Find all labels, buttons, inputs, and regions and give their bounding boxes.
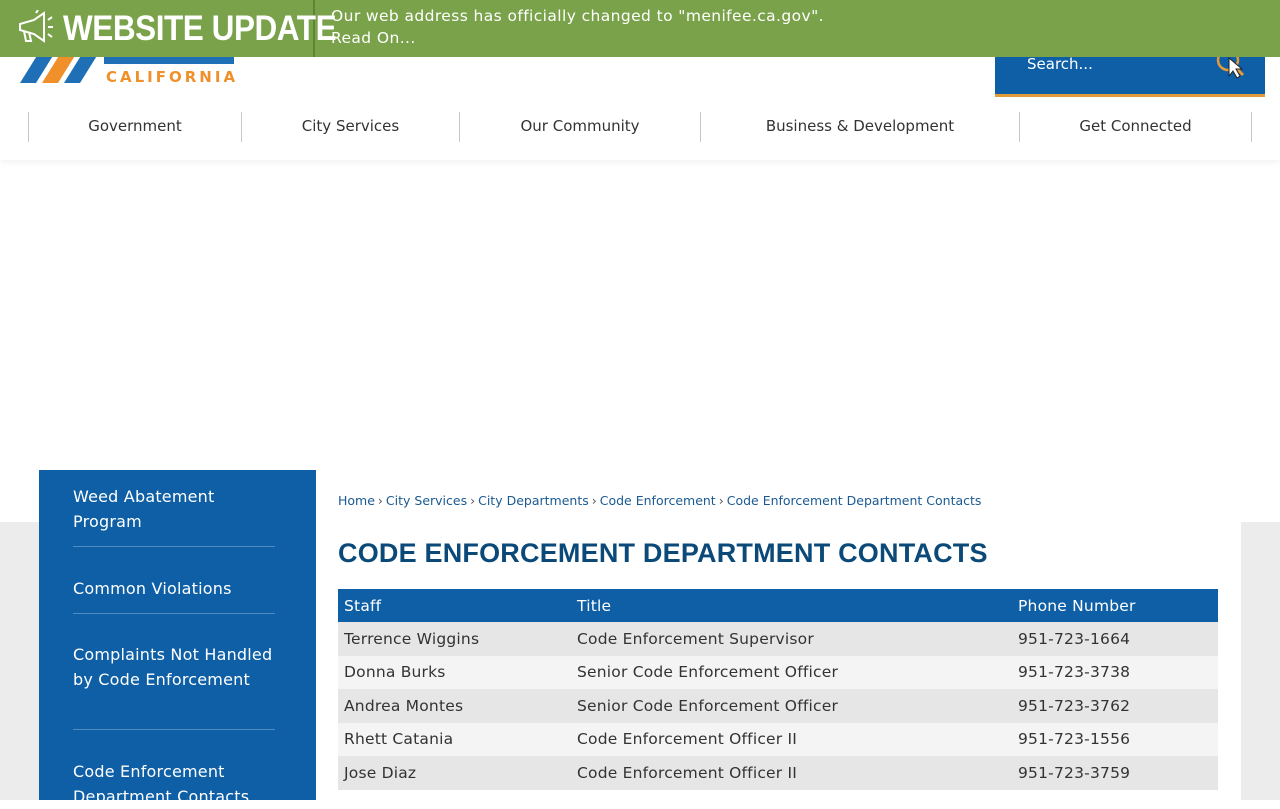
nav-item-our-community[interactable]: Our Community (460, 110, 700, 142)
nav-item-get-connected[interactable]: Get Connected (1020, 110, 1251, 142)
breadcrumb-separator: › (591, 493, 597, 508)
sidebar-item-department-contacts[interactable]: Code Enforcement Department Contacts (73, 759, 275, 809)
table-row: Rhett Catania Code Enforcement Officer I… (338, 722, 1218, 756)
table-header-row: Staff Title Phone Number (338, 589, 1218, 622)
title-cell: Code Enforcement Officer II (571, 756, 1012, 790)
title-cell: Senior Code Enforcement Officer (571, 689, 1012, 723)
breadcrumb-current-page[interactable]: Code Enforcement Department Contacts (727, 493, 982, 508)
breadcrumb-city-services[interactable]: City Services (386, 493, 467, 508)
sidebar: Weed Abatement Program Common Violations… (39, 470, 316, 806)
breadcrumb-city-departments[interactable]: City Departments (478, 493, 589, 508)
phone-cell[interactable]: 951-723-3738 (1012, 655, 1218, 689)
phone-cell[interactable]: 951-723-1664 (1012, 622, 1218, 656)
nav-item-government[interactable]: Government (29, 110, 241, 142)
sidebar-item-weed-abatement[interactable]: Weed Abatement Program (73, 484, 275, 534)
column-header-phone: Phone Number (1012, 589, 1218, 622)
sidebar-divider (73, 613, 275, 614)
table-row: Andrea Montes Senior Code Enforcement Of… (338, 689, 1218, 723)
table-row: Terrence Wiggins Code Enforcement Superv… (338, 622, 1218, 656)
megaphone-icon (19, 10, 53, 43)
table-row: Donna Burks Senior Code Enforcement Offi… (338, 655, 1218, 689)
title-cell: Senior Code Enforcement Officer (571, 655, 1012, 689)
phone-cell[interactable]: 951-723-3762 (1012, 689, 1218, 723)
staff-cell: Jose Diaz (338, 756, 571, 790)
nav-item-business-development[interactable]: Business & Development (701, 110, 1019, 142)
staff-cell: Rhett Catania (338, 722, 571, 756)
page-title: CODE ENFORCEMENT DEPARTMENT CONTACTS (338, 538, 988, 568)
banner-message: Our web address has officially changed t… (331, 5, 1231, 49)
title-cell: Code Enforcement Supervisor (571, 622, 1012, 656)
staff-cell: Andrea Montes (338, 689, 571, 723)
table-row: Jose Diaz Code Enforcement Officer II 95… (338, 756, 1218, 790)
banner-message-text: Our web address has officially changed t… (331, 7, 824, 25)
staff-cell: Terrence Wiggins (338, 622, 571, 656)
breadcrumb-separator: › (377, 493, 383, 508)
logo-subtitle: CALIFORNIA (106, 68, 239, 86)
main-nav: Government City Services Our Community B… (0, 110, 1280, 142)
breadcrumb-separator: › (718, 493, 724, 508)
title-cell: Code Enforcement Officer II (571, 722, 1012, 756)
main-content: Home › City Services › City Departments › Code… (316, 470, 1241, 800)
breadcrumb-code-enforcement[interactable]: Code Enforcement (600, 493, 716, 508)
breadcrumb-separator: › (470, 493, 476, 508)
phone-cell[interactable]: 951-723-1556 (1012, 722, 1218, 756)
read-on-link[interactable]: Read On... (331, 29, 416, 47)
breadcrumb: Home › City Services › City Departments › Code… (338, 493, 981, 508)
banner-title: WEBSITE UPDATE (63, 9, 337, 48)
website-update-banner: WEBSITE UPDATE Our web address has offic… (0, 0, 1280, 57)
nav-item-city-services[interactable]: City Services (242, 110, 459, 142)
column-header-title: Title (571, 589, 1012, 622)
staff-cell: Donna Burks (338, 655, 571, 689)
banner-title-area: WEBSITE UPDATE (0, 0, 337, 57)
nav-divider (1251, 112, 1252, 142)
breadcrumb-home[interactable]: Home (338, 493, 375, 508)
sidebar-item-common-violations[interactable]: Common Violations (73, 576, 275, 601)
column-header-staff: Staff (338, 589, 571, 622)
phone-cell[interactable]: 951-723-3759 (1012, 756, 1218, 790)
sidebar-item-complaints-not-handled[interactable]: Complaints Not Handled by Code Enforceme… (73, 642, 275, 692)
contacts-table: Staff Title Phone Number Terrence Wiggin… (338, 589, 1218, 790)
sidebar-divider (73, 546, 275, 547)
sidebar-divider (73, 729, 275, 730)
